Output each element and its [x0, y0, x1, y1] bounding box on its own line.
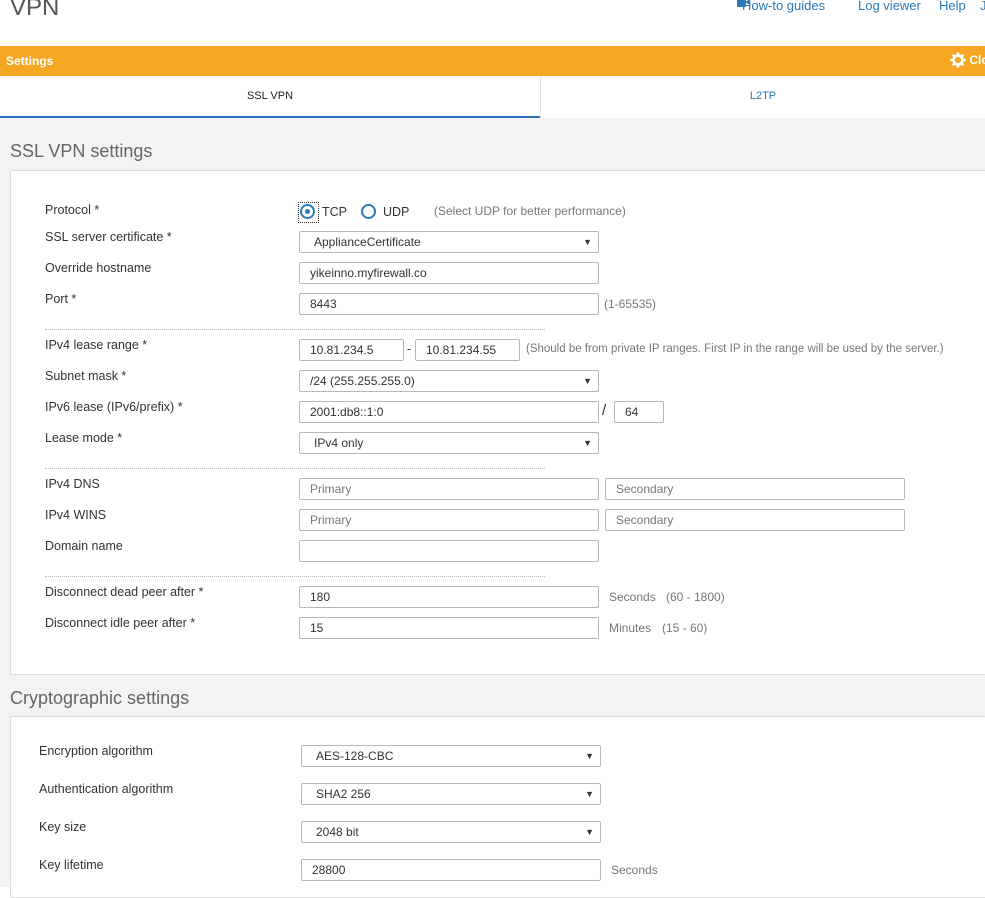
idle-peer-label: Disconnect idle peer after * — [45, 616, 196, 630]
port-input[interactable] — [299, 293, 599, 315]
ipv6-slash: / — [602, 402, 607, 419]
ipv4-range-end-input[interactable] — [415, 339, 520, 361]
domain-input[interactable] — [299, 540, 599, 562]
help-link[interactable]: Help — [939, 0, 966, 13]
range-dash: - — [407, 342, 412, 356]
divider — [45, 576, 545, 577]
cert-label: SSL server certificate * — [45, 230, 172, 244]
caret-down-icon: ▼ — [585, 751, 594, 761]
caret-down-icon: ▼ — [583, 376, 592, 386]
port-hint: (1-65535) — [604, 297, 657, 311]
udp-label[interactable]: UDP — [383, 205, 409, 219]
wins-primary-input[interactable] — [299, 509, 599, 531]
settings-bar-label: Settings — [6, 54, 54, 68]
idle-peer-unit: Minutes — [609, 621, 652, 635]
lease-mode-select[interactable]: IPv4 only ▼ — [299, 432, 599, 454]
ipv4-range-hint: (Should be from private IP ranges. First… — [526, 343, 944, 355]
divider — [45, 468, 545, 469]
video-camera-icon — [737, 0, 750, 7]
tcp-radio[interactable] — [300, 204, 315, 219]
hostname-input[interactable] — [299, 262, 599, 284]
ipv6-label: IPv6 lease (IPv6/prefix) * — [45, 400, 183, 414]
tcp-label[interactable]: TCP — [322, 205, 347, 219]
caret-down-icon: ▼ — [585, 827, 594, 837]
tab-bar: SSL VPN L2TP — [0, 76, 985, 119]
subnet-label: Subnet mask * — [45, 369, 127, 383]
dns-label: IPv4 DNS — [45, 477, 100, 491]
settings-bar: Settings Clo — [0, 46, 985, 76]
domain-label: Domain name — [45, 539, 123, 553]
auth-label: Authentication algorithm — [39, 782, 174, 796]
ipv6-input[interactable] — [299, 401, 599, 423]
header-links: How-to guides Log viewer Help J — [0, 0, 985, 20]
gear-icon — [950, 52, 966, 68]
port-label: Port * — [45, 292, 77, 306]
subnet-select[interactable]: /24 (255.255.255.0) ▼ — [299, 370, 599, 392]
caret-down-icon: ▼ — [585, 789, 594, 799]
encryption-select[interactable]: AES-128-CBC ▼ — [301, 745, 601, 767]
ipv4-range-start-input[interactable] — [299, 339, 404, 361]
keysize-select[interactable]: 2048 bit ▼ — [301, 821, 601, 843]
ipv4-range-label: IPv4 lease range * — [45, 338, 148, 352]
close-button[interactable]: Clo — [950, 52, 985, 68]
log-viewer-link[interactable]: Log viewer — [858, 0, 921, 13]
protocol-label: Protocol * — [45, 203, 100, 217]
dns-primary-input[interactable] — [299, 478, 599, 500]
more-link[interactable]: J — [980, 0, 985, 13]
lease-mode-label: Lease mode * — [45, 431, 123, 445]
lifetime-label: Key lifetime — [39, 858, 104, 872]
dns-secondary-input[interactable] — [605, 478, 905, 500]
wins-label: IPv4 WINS — [45, 508, 107, 522]
dead-peer-label: Disconnect dead peer after * — [45, 585, 204, 599]
ipv6-prefix-input[interactable] — [614, 401, 664, 423]
tab-ssl-vpn[interactable]: SSL VPN — [0, 76, 540, 118]
cert-select[interactable]: ApplianceCertificate ▼ — [299, 231, 599, 253]
howto-link[interactable]: How-to guides — [737, 0, 825, 13]
idle-peer-input[interactable] — [299, 617, 599, 639]
crypto-section-title: Cryptographic settings — [10, 688, 190, 708]
lifetime-unit: Seconds — [611, 863, 658, 877]
auth-select[interactable]: SHA2 256 ▼ — [301, 783, 601, 805]
ssl-section-title: SSL VPN settings — [10, 141, 153, 161]
tab-l2tp[interactable]: L2TP — [541, 76, 985, 116]
protocol-hint: (Select UDP for better performance) — [434, 204, 626, 218]
dead-peer-range: (60 - 1800) — [666, 590, 725, 604]
wins-secondary-input[interactable] — [605, 509, 905, 531]
dead-peer-unit: Seconds — [609, 590, 656, 604]
caret-down-icon: ▼ — [583, 438, 592, 448]
hostname-label: Override hostname — [45, 261, 152, 275]
idle-peer-range: (15 - 60) — [662, 621, 708, 635]
dead-peer-input[interactable] — [299, 586, 599, 608]
udp-radio[interactable] — [361, 204, 376, 219]
tab-divider — [540, 76, 541, 118]
lifetime-input[interactable] — [301, 859, 601, 881]
encryption-label: Encryption algorithm — [39, 744, 153, 758]
divider — [45, 329, 545, 330]
keysize-label: Key size — [39, 820, 87, 834]
caret-down-icon: ▼ — [583, 237, 592, 247]
